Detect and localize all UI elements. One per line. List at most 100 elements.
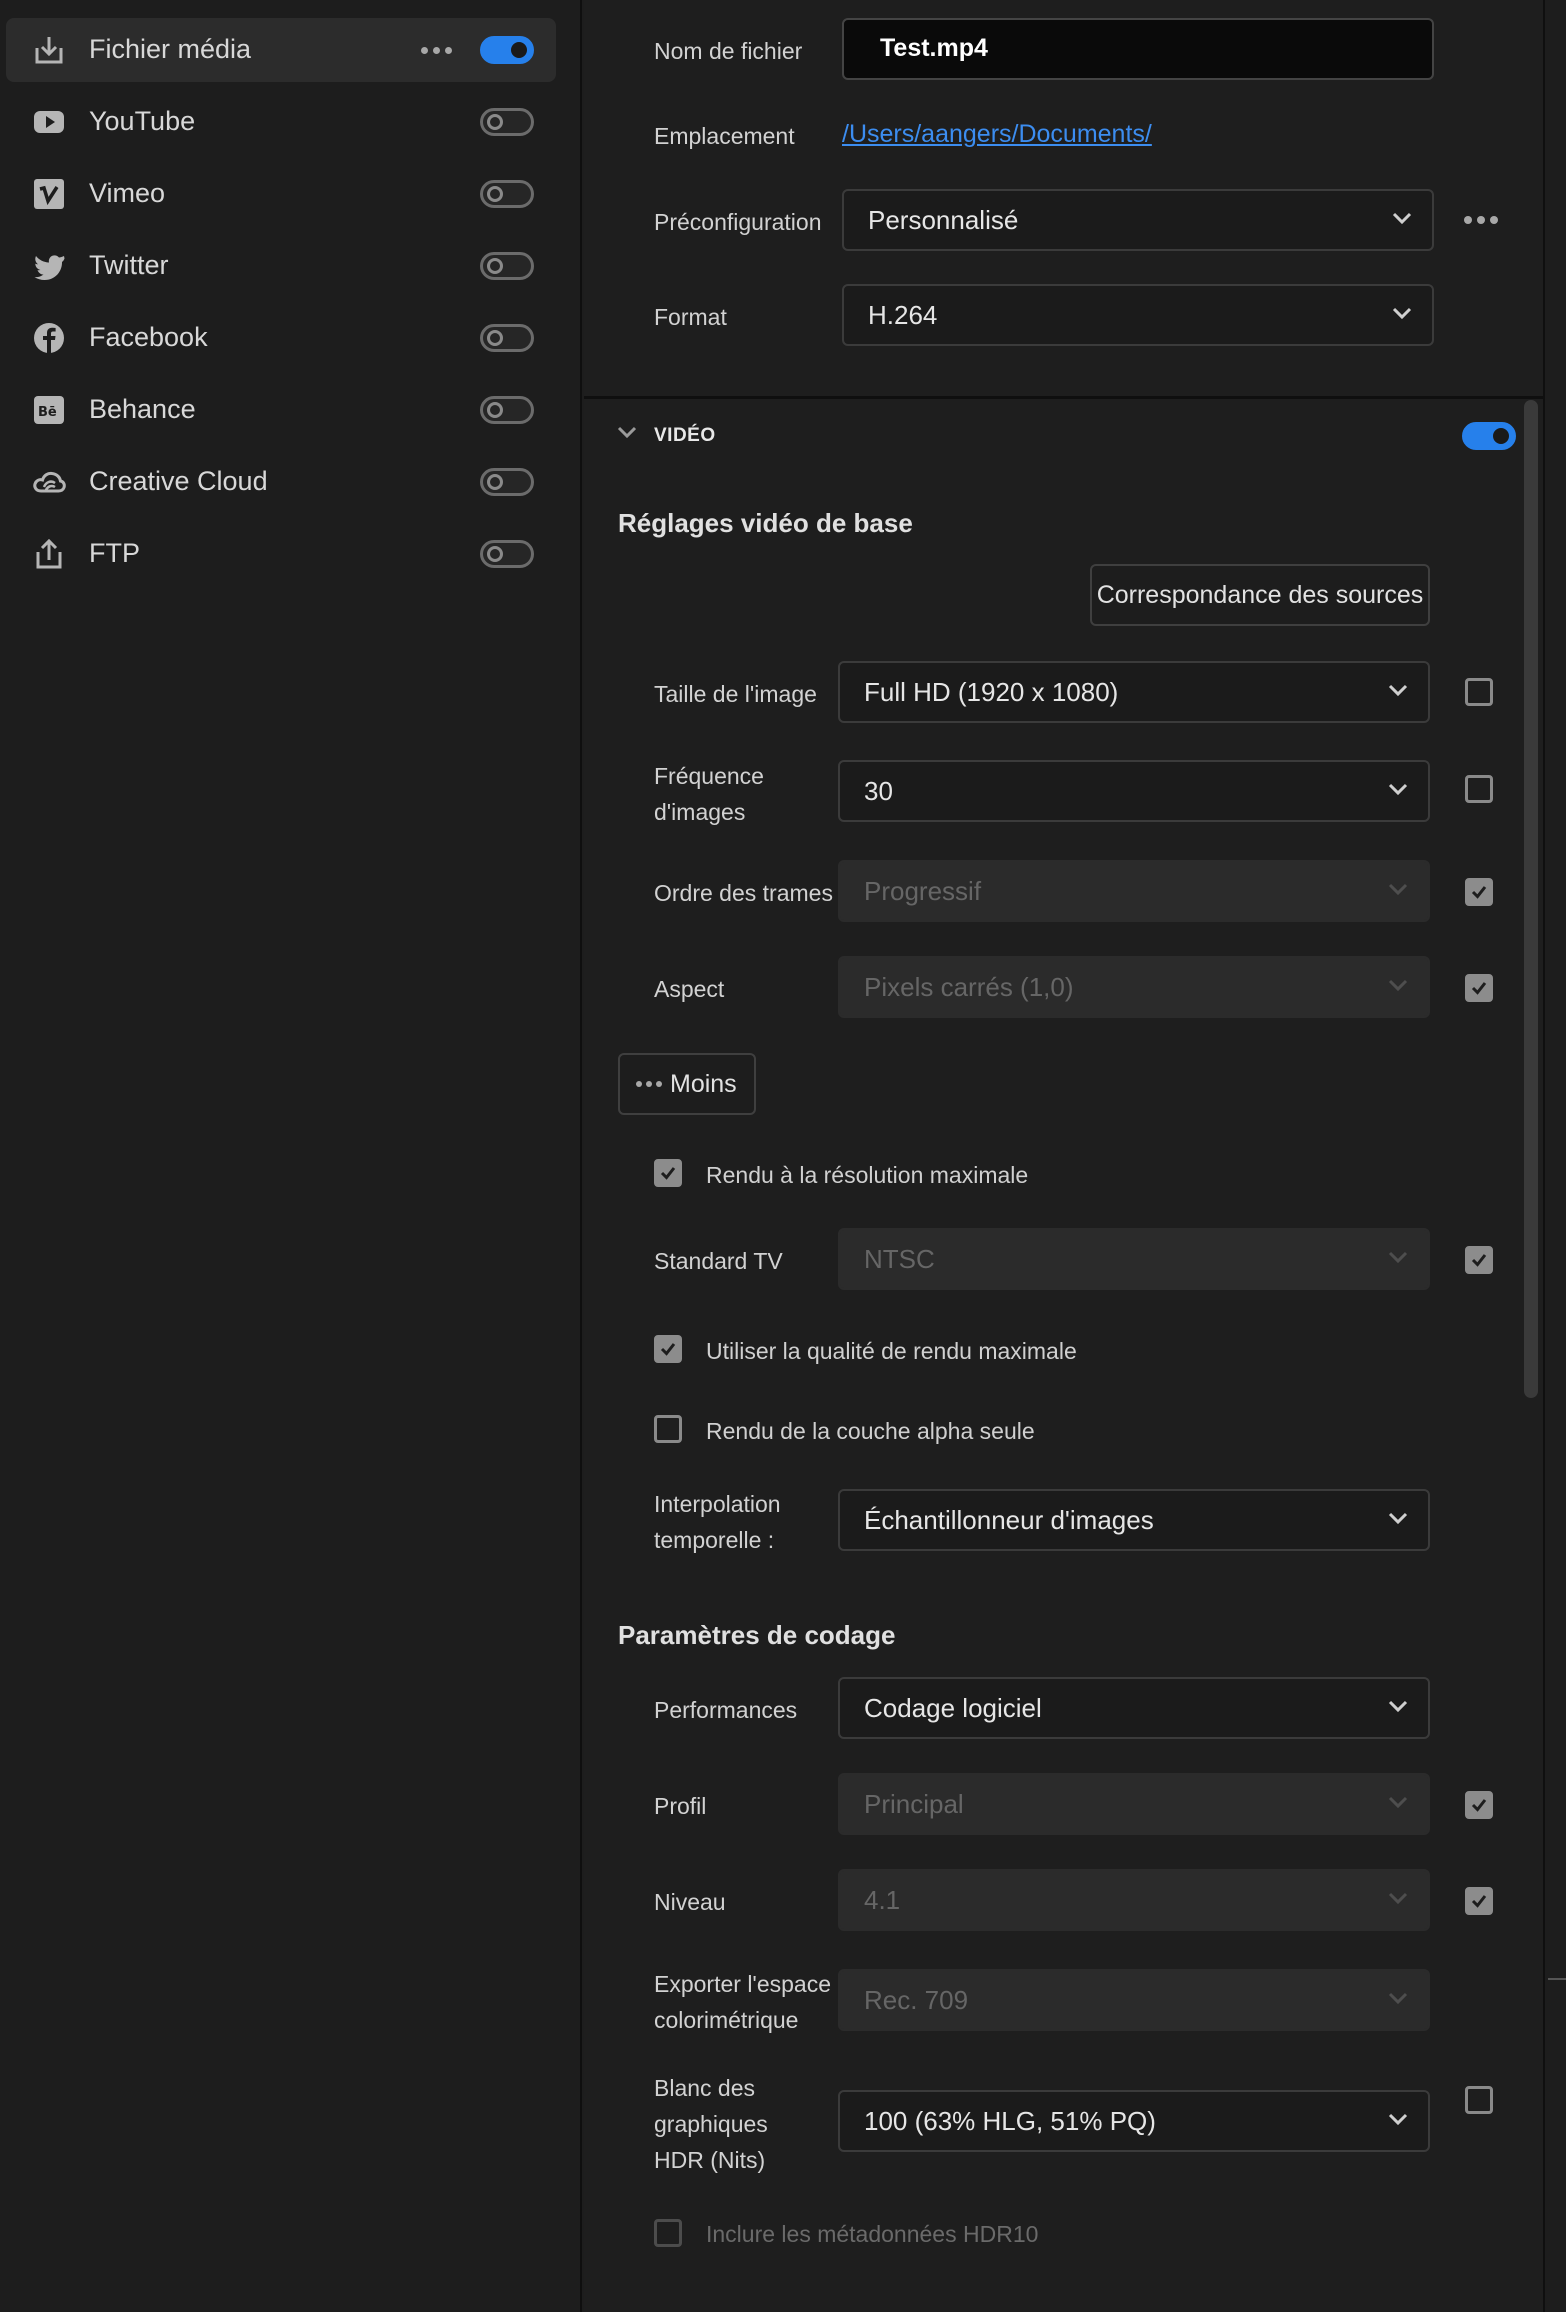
frame-rate-value: 30 xyxy=(864,776,893,806)
frame-size-match-checkbox[interactable] xyxy=(1465,678,1493,706)
filename-input[interactable]: Test.mp4 xyxy=(842,18,1434,80)
chevron-down-icon xyxy=(1388,1699,1408,1713)
chevron-down-icon xyxy=(1388,882,1408,896)
aspect-match-checkbox[interactable] xyxy=(1465,974,1493,1002)
frame-rate-dropdown[interactable]: 30 xyxy=(838,760,1430,822)
section-divider xyxy=(584,396,1545,399)
field-order-match-checkbox[interactable] xyxy=(1465,878,1493,906)
frame-rate-match-checkbox[interactable] xyxy=(1465,775,1493,803)
render-max-resolution-label: Rendu à la résolution maximale xyxy=(706,1162,1029,1188)
aspect-dropdown[interactable]: Pixels carrés (1,0) xyxy=(838,956,1430,1018)
render-max-resolution-checkbox[interactable] xyxy=(654,1159,682,1187)
video-toggle[interactable] xyxy=(1462,422,1516,450)
chevron-down-icon xyxy=(1392,211,1412,225)
less-button-label: Moins xyxy=(670,1069,737,1098)
sidebar-item-media-file[interactable]: Fichier média xyxy=(6,18,556,82)
hdr-graphics-white-label: Blanc des graphiques HDR (Nits) xyxy=(654,2075,768,2173)
profile-label: Profil xyxy=(654,1793,707,1819)
more-options-icon[interactable] xyxy=(414,32,458,68)
toggle-ftp[interactable] xyxy=(480,540,534,568)
sidebar-item-label: Behance xyxy=(89,394,196,424)
performance-dropdown[interactable]: Codage logiciel xyxy=(838,1677,1430,1739)
sidebar-item-label: Vimeo xyxy=(89,178,166,208)
tv-standard-dropdown[interactable]: NTSC xyxy=(838,1228,1430,1290)
match-source-button[interactable]: Correspondance des sources xyxy=(1090,564,1430,626)
field-order-dropdown[interactable]: Progressif xyxy=(838,860,1430,922)
sidebar-item-facebook[interactable]: Facebook xyxy=(6,306,556,370)
performance-label: Performances xyxy=(654,1697,798,1723)
chevron-down-icon xyxy=(1392,306,1412,320)
filename-value: Test.mp4 xyxy=(880,34,988,62)
include-hdr10-metadata-checkbox[interactable] xyxy=(654,2219,682,2247)
sidebar-item-creative-cloud[interactable]: Creative Cloud xyxy=(6,450,556,514)
format-dropdown[interactable]: H.264 xyxy=(842,284,1434,346)
preset-label: Préconfiguration xyxy=(654,209,822,235)
tv-standard-match-checkbox[interactable] xyxy=(1465,1246,1493,1274)
preset-dropdown[interactable]: Personnalisé xyxy=(842,189,1434,251)
hdr-graphics-white-dropdown[interactable]: 100 (63% HLG, 51% PQ) xyxy=(838,2090,1430,2152)
preset-value: Personnalisé xyxy=(868,205,1019,235)
time-interpolation-value: Échantillonneur d'images xyxy=(864,1505,1154,1535)
include-hdr10-metadata-label: Inclure les métadonnées HDR10 xyxy=(706,2221,1039,2247)
sidebar-item-label: Creative Cloud xyxy=(89,466,268,496)
chevron-down-icon xyxy=(1388,1991,1408,2005)
level-match-checkbox[interactable] xyxy=(1465,1887,1493,1915)
max-render-quality-checkbox[interactable] xyxy=(654,1335,682,1363)
scrollbar[interactable] xyxy=(1524,400,1538,1398)
color-space-value: Rec. 709 xyxy=(864,1985,969,2015)
field-order-value: Progressif xyxy=(864,876,982,906)
chevron-down-icon[interactable] xyxy=(616,424,638,440)
frame-size-value: Full HD (1920 x 1080) xyxy=(864,677,1119,707)
sidebar-item-ftp[interactable]: FTP xyxy=(6,522,556,586)
color-space-dropdown[interactable]: Rec. 709 xyxy=(838,1969,1430,2031)
chevron-down-icon xyxy=(1388,1250,1408,1264)
svg-text:Bē: Bē xyxy=(38,405,57,420)
format-label: Format xyxy=(654,304,727,330)
location-label: Emplacement xyxy=(654,123,795,149)
sidebar-item-label: Twitter xyxy=(89,250,169,280)
level-dropdown[interactable]: 4.1 xyxy=(838,1869,1430,1931)
toggle-facebook[interactable] xyxy=(480,324,534,352)
behance-icon: Bē xyxy=(30,392,68,428)
chevron-down-icon xyxy=(1388,2112,1408,2126)
preset-more-icon[interactable] xyxy=(1464,216,1498,224)
time-interpolation-label: Interpolation temporelle : xyxy=(654,1491,781,1553)
youtube-icon xyxy=(30,104,68,140)
chevron-down-icon xyxy=(1388,1511,1408,1525)
toggle-media-file[interactable] xyxy=(480,36,534,64)
frame-size-dropdown[interactable]: Full HD (1920 x 1080) xyxy=(838,661,1430,723)
alpha-channel-only-checkbox[interactable] xyxy=(654,1415,682,1443)
encoding-settings-title: Paramètres de codage xyxy=(618,1620,896,1650)
chevron-down-icon xyxy=(1388,683,1408,697)
sidebar-item-youtube[interactable]: YouTube xyxy=(6,90,556,154)
field-order-label: Ordre des trames xyxy=(654,880,833,906)
profile-match-checkbox[interactable] xyxy=(1465,1791,1493,1819)
toggle-youtube[interactable] xyxy=(480,108,534,136)
format-value: H.264 xyxy=(868,300,938,330)
video-section-title[interactable]: VIDÉO xyxy=(654,425,716,447)
twitter-icon xyxy=(30,248,68,284)
sidebar-item-label: Fichier média xyxy=(89,34,252,64)
chevron-down-icon xyxy=(1388,978,1408,992)
sidebar-item-twitter[interactable]: Twitter xyxy=(6,234,556,298)
location-link[interactable]: /Users/aangers/Documents/ xyxy=(842,120,1152,149)
creative-cloud-icon xyxy=(30,464,68,500)
toggle-creative-cloud[interactable] xyxy=(480,468,534,496)
facebook-icon xyxy=(30,320,68,356)
hdr-graphics-white-match-checkbox[interactable] xyxy=(1465,2086,1493,2114)
sidebar-item-label: YouTube xyxy=(89,106,196,136)
tv-standard-value: NTSC xyxy=(864,1244,935,1274)
time-interpolation-dropdown[interactable]: Échantillonneur d'images xyxy=(838,1489,1430,1551)
tv-standard-label: Standard TV xyxy=(654,1248,783,1274)
toggle-twitter[interactable] xyxy=(480,252,534,280)
toggle-behance[interactable] xyxy=(480,396,534,424)
sidebar-item-behance[interactable]: Bē Behance xyxy=(6,378,556,442)
profile-dropdown[interactable]: Principal xyxy=(838,1773,1430,1835)
level-label: Niveau xyxy=(654,1889,726,1915)
less-button[interactable]: Moins xyxy=(618,1053,756,1115)
color-space-label: Exporter l'espace colorimétrique xyxy=(654,1971,831,2033)
toggle-vimeo[interactable] xyxy=(480,180,534,208)
sidebar-item-vimeo[interactable]: Vimeo xyxy=(6,162,556,226)
filename-label: Nom de fichier xyxy=(654,38,803,64)
alpha-channel-only-label: Rendu de la couche alpha seule xyxy=(706,1418,1035,1444)
